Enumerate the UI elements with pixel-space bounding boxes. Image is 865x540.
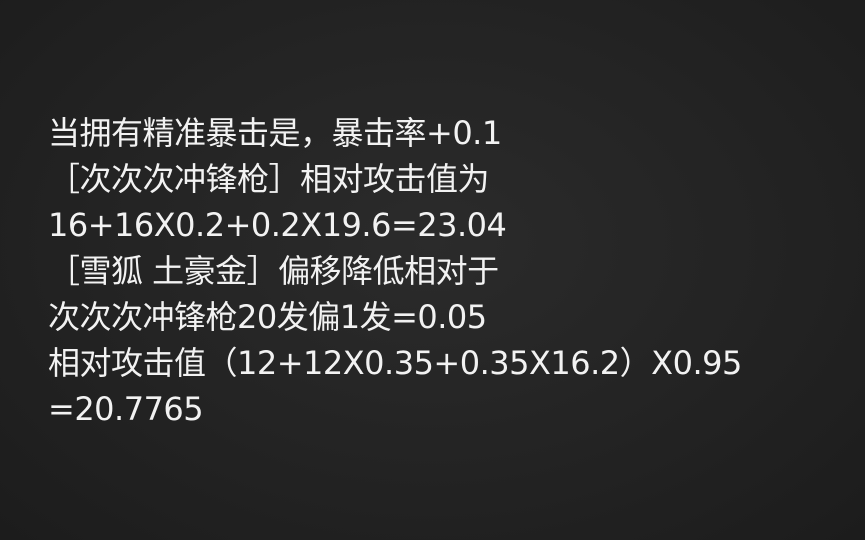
note-line-3: 16+16X0.2+0.2X19.6=23.04 [48, 206, 507, 244]
note-line-6: 相对攻击值（12+12X0.35+0.35X16.2）X0.95 [48, 344, 742, 382]
note-line-4: ［雪狐 土豪金］偏移降低相对于 [48, 252, 499, 290]
note-text-block: 当拥有精准暴击是，暴击率+0.1 ［次次次冲锋枪］相对攻击值为 16+16X0.… [48, 110, 848, 432]
note-line-2: ［次次次冲锋枪］相对攻击值为 [48, 160, 490, 198]
note-line-7: =20.7765 [48, 390, 204, 428]
note-line-5: 次次次冲锋枪20发偏1发=0.05 [48, 298, 487, 336]
note-line-1: 当拥有精准暴击是，暴击率+0.1 [48, 114, 502, 152]
